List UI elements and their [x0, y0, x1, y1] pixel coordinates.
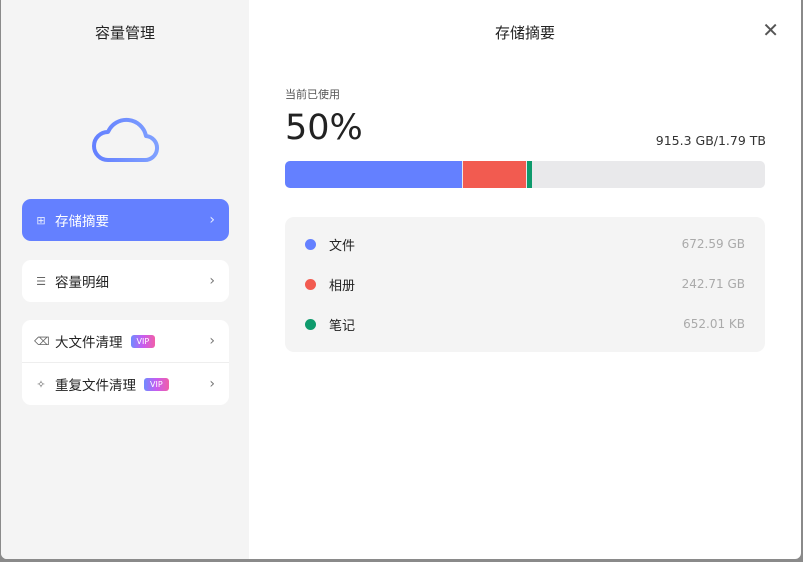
storage-bar	[285, 161, 765, 188]
page-title: 存储摘要	[494, 24, 555, 42]
legend-dot	[305, 318, 316, 330]
chevron-right-icon: ›	[209, 273, 215, 289]
bar-segment-相册	[463, 161, 526, 188]
legend-size: 652.01 KB	[683, 317, 745, 331]
legend-row-photos: 相册 242.71 GB	[285, 264, 765, 304]
chevron-right-icon: ›	[209, 212, 215, 228]
sparkle-icon: ✧	[36, 377, 46, 391]
vip-badge: VIP	[144, 377, 169, 391]
sidebar: 容量管理 ⊞ 存储摘要 › ☰ 容量明细 › ⌫ 大文件清理 VIP › ✧ 重复文件清理 VIP…	[1, 0, 249, 559]
legend-label: 相册	[329, 278, 356, 294]
chevron-right-icon: ›	[209, 376, 215, 392]
bar-segment-笔记	[526, 161, 533, 188]
legend-row-files: 文件 672.59 GB	[285, 224, 765, 264]
chevron-right-icon: ›	[209, 333, 215, 349]
sidebar-item-large-file-cleanup[interactable]: ⌫ 大文件清理 VIP ›	[22, 320, 229, 362]
broom-icon: ⌫	[34, 334, 50, 348]
usage-percent: 50%	[285, 108, 363, 148]
storage-legend: 文件 672.59 GB 相册 242.71 GB 笔记 652.01 KB	[285, 217, 765, 352]
sidebar-item-label: 大文件清理	[55, 335, 123, 351]
sidebar-item-label: 重复文件清理	[55, 378, 136, 394]
sidebar-item-capacity-detail[interactable]: ☰ 容量明细 ›	[22, 260, 229, 302]
sidebar-title: 容量管理	[94, 24, 155, 42]
close-icon[interactable]: ✕	[762, 18, 779, 42]
used-label: 当前已使用	[285, 88, 340, 101]
usage-amount: 915.3 GB/1.79 TB	[655, 133, 766, 148]
sidebar-item-label: 存储摘要	[55, 214, 109, 230]
legend-size: 242.71 GB	[681, 277, 745, 291]
legend-row-notes: 笔记 652.01 KB	[285, 304, 765, 344]
legend-label: 文件	[329, 238, 356, 254]
legend-dot	[305, 238, 316, 250]
legend-label: 笔记	[329, 318, 356, 334]
sidebar-item-storage-summary[interactable]: ⊞ 存储摘要 ›	[22, 199, 229, 241]
sidebar-item-label: 容量明细	[55, 275, 109, 291]
grid-icon: ⊞	[36, 213, 46, 227]
sidebar-item-duplicate-cleanup[interactable]: ✧ 重复文件清理 VIP ›	[22, 363, 229, 405]
cloud-icon	[92, 117, 159, 163]
list-icon: ☰	[36, 274, 46, 288]
vip-badge: VIP	[130, 334, 156, 348]
storage-window: 容量管理 ⊞ 存储摘要 › ☰ 容量明细 › ⌫ 大文件清理 VIP › ✧ 重复文件清理 VIP…	[1, 0, 801, 559]
legend-dot	[305, 278, 316, 290]
legend-size: 672.59 GB	[681, 237, 745, 251]
bar-segment-文件	[285, 161, 463, 188]
